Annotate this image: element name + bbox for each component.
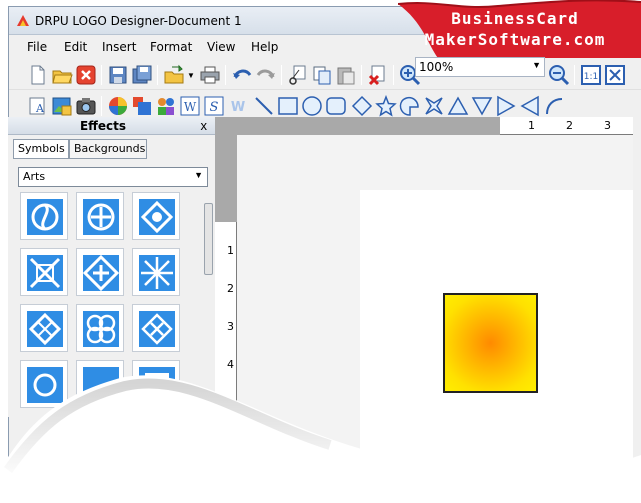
menu-view[interactable]: View	[207, 40, 235, 54]
save-as-icon[interactable]	[131, 64, 153, 86]
triangle-up-tool-icon[interactable]	[447, 95, 469, 117]
horizontal-ruler: 1 2 3	[500, 117, 633, 135]
triangle-right-tool-icon[interactable]	[495, 95, 517, 117]
chevron-down-icon[interactable]: ▼	[532, 60, 541, 70]
scrollbar-thumb[interactable]	[204, 203, 213, 275]
tab-symbols[interactable]: Symbols	[13, 139, 69, 159]
symbol-item[interactable]	[76, 360, 124, 408]
rounded-rectangle-tool-icon[interactable]	[325, 95, 347, 117]
symbol-item[interactable]	[132, 192, 180, 240]
app-logo-icon	[17, 15, 29, 26]
ruler-label: 4	[227, 358, 234, 371]
zoom-value: 100%	[419, 60, 454, 74]
zoom-out-icon[interactable]	[548, 64, 570, 86]
brand-text-line1: BusinessCard	[451, 9, 579, 28]
symbol-item[interactable]	[20, 360, 68, 408]
ruler-label: 2	[566, 119, 573, 132]
arc-tool-icon[interactable]	[543, 95, 565, 117]
diamond-tool-icon[interactable]	[351, 95, 373, 117]
effects-title: Effects	[79, 119, 127, 133]
symbol-item[interactable]	[76, 304, 124, 352]
window-title: DRPU LOGO Designer-Document 1	[35, 14, 242, 28]
zoom-select[interactable]: 100% ▼	[415, 57, 545, 77]
paste-icon[interactable]	[335, 64, 357, 86]
actual-size-icon[interactable]: 1:1	[580, 64, 602, 86]
symbol-item[interactable]	[20, 304, 68, 352]
ruler-label: 3	[227, 320, 234, 333]
svg-text:W: W	[184, 100, 197, 114]
tab-backgrounds[interactable]: Backgrounds	[69, 139, 147, 159]
export-icon[interactable]	[163, 64, 185, 86]
symbol-item[interactable]	[132, 248, 180, 296]
curved-text-icon[interactable]: S	[203, 95, 225, 117]
menu-format[interactable]: Format	[150, 40, 192, 54]
shape-fill-icon[interactable]	[131, 95, 153, 117]
close-panel-button[interactable]: x	[201, 118, 208, 133]
ruler-label: 2	[227, 282, 234, 295]
brand-text-line2: MakerSoftware.com	[424, 30, 606, 49]
chevron-down-icon[interactable]: ▼	[194, 170, 203, 180]
star-tool-icon[interactable]	[375, 95, 397, 117]
effects-header: Effects x	[8, 117, 215, 135]
wordart-icon[interactable]: W	[179, 95, 201, 117]
image-tool-icon[interactable]	[51, 95, 73, 117]
group-icon[interactable]	[155, 95, 177, 117]
redo-icon[interactable]	[255, 64, 277, 86]
camera-icon[interactable]	[75, 95, 97, 117]
undo-icon[interactable]	[231, 64, 253, 86]
ruler-label: 1	[528, 119, 535, 132]
ellipse-tool-icon[interactable]	[301, 95, 323, 117]
svg-text:A: A	[35, 102, 45, 115]
close-document-icon[interactable]	[75, 64, 97, 86]
symbol-category-select[interactable]: Arts ▼	[18, 167, 208, 187]
main-toolbar: ▼ 1:1	[9, 60, 641, 90]
watermark-icon[interactable]: W	[227, 95, 249, 117]
effects-panel: Effects x Symbols Backgrounds Arts ▼	[8, 117, 215, 417]
fit-to-window-icon[interactable]	[604, 64, 626, 86]
svg-text:1:1: 1:1	[584, 72, 598, 82]
menu-file[interactable]: File	[27, 40, 47, 54]
symbol-item[interactable]	[132, 360, 180, 408]
copy-icon[interactable]	[311, 64, 333, 86]
export-dropdown-icon[interactable]: ▼	[187, 71, 195, 80]
line-tool-icon[interactable]	[253, 95, 275, 117]
ruler-label: 3	[604, 119, 611, 132]
symbol-item[interactable]	[20, 248, 68, 296]
logo-shape[interactable]	[443, 293, 538, 393]
arc-shape-tool-icon[interactable]	[399, 95, 421, 117]
menu-edit[interactable]: Edit	[64, 40, 87, 54]
open-folder-icon[interactable]	[51, 64, 73, 86]
symbol-item[interactable]	[20, 192, 68, 240]
menu-insert[interactable]: Insert	[102, 40, 136, 54]
symbol-item[interactable]	[132, 304, 180, 352]
triangle-left-tool-icon[interactable]	[519, 95, 541, 117]
cut-icon[interactable]	[287, 64, 309, 86]
delete-icon[interactable]	[367, 64, 389, 86]
save-icon[interactable]	[107, 64, 129, 86]
symbol-grid	[20, 192, 195, 412]
ruler-label: 1	[227, 244, 234, 257]
symbol-scrollbar[interactable]	[204, 203, 213, 383]
triangle-down-tool-icon[interactable]	[471, 95, 493, 117]
rectangle-tool-icon[interactable]	[277, 95, 299, 117]
vertical-ruler: 1 2 3 4	[215, 222, 237, 412]
svg-text:W: W	[231, 100, 245, 115]
symbol-item[interactable]	[76, 248, 124, 296]
cross-shape-tool-icon[interactable]	[423, 95, 445, 117]
menu-help[interactable]: Help	[251, 40, 278, 54]
svg-text:S: S	[210, 100, 219, 115]
print-icon[interactable]	[199, 64, 221, 86]
symbol-category-value: Arts	[23, 170, 46, 183]
text-tool-icon[interactable]: A	[27, 95, 49, 117]
color-wheel-icon[interactable]	[107, 95, 129, 117]
new-document-icon[interactable]	[27, 64, 49, 86]
symbol-item[interactable]	[76, 192, 124, 240]
